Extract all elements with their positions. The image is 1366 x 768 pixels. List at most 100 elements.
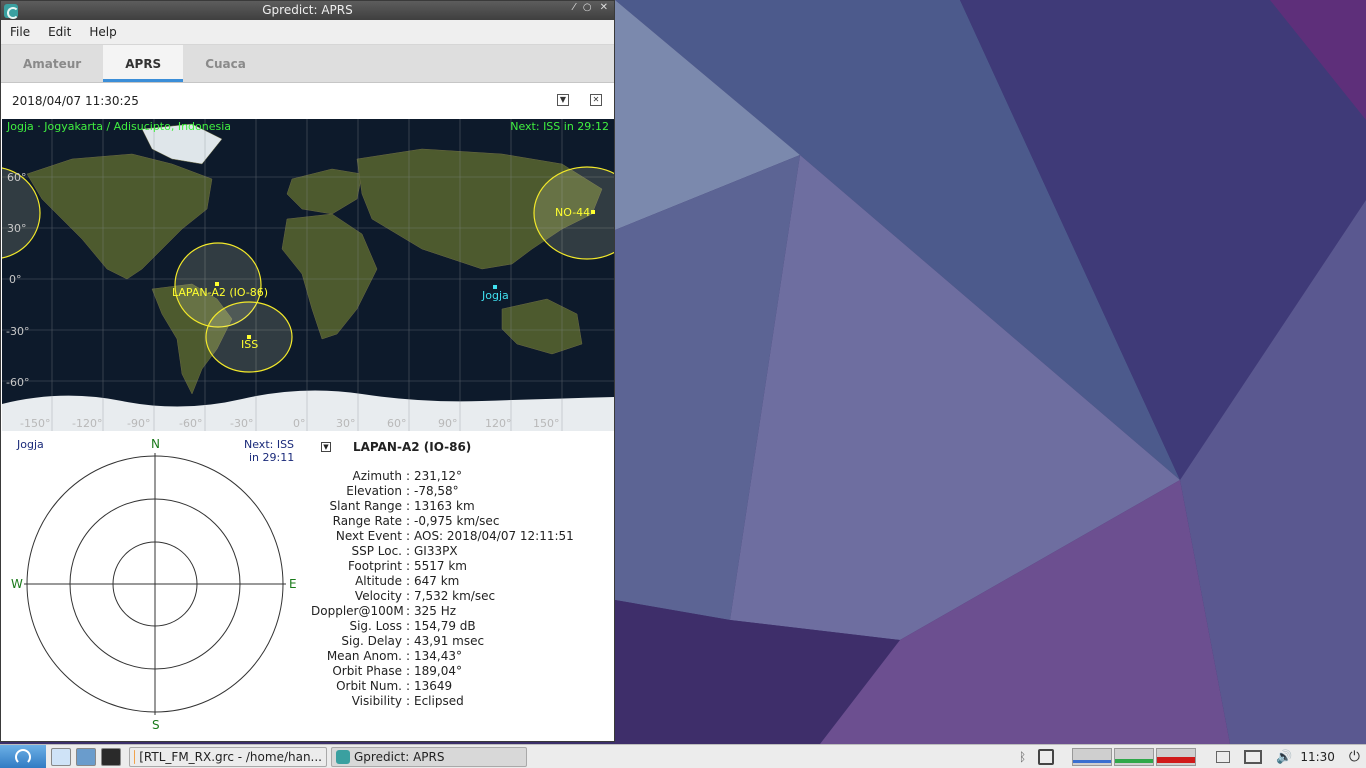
detail-separator: : [405, 589, 411, 603]
detail-row: Mean Anom.:134,43° [311, 649, 574, 664]
close-icon[interactable]: ✕ [590, 94, 602, 106]
detail-row: Sig. Loss:154,79 dB [311, 619, 574, 634]
detail-separator: : [405, 544, 411, 558]
detail-row: Doppler@100M:325 Hz [311, 604, 574, 619]
detail-row: Orbit Phase:189,04° [311, 664, 574, 679]
detail-row: Range Rate: -0,975 km/sec [311, 514, 574, 529]
clock[interactable]: 11:30 [1300, 750, 1335, 764]
window-title: Gpredict: APRS [262, 3, 353, 17]
detail-value: -78,58° [414, 484, 459, 498]
detail-separator: : [405, 484, 411, 498]
terminal-icon[interactable] [101, 747, 121, 766]
detail-row: Next Event: AOS: 2018/04/07 12:11:51 [311, 529, 574, 544]
detail-row: SSP Loc.: GI33PX [311, 544, 574, 559]
detail-key: Range Rate [332, 514, 402, 528]
module-timestamp: 2018/04/07 11:30:25 [12, 93, 139, 108]
detail-key: Next Event [335, 529, 402, 543]
detail-separator: : [405, 604, 411, 618]
polar-view[interactable]: Jogja Next: ISS in 29:11 N S E W [2, 433, 307, 737]
satellite-label-no44[interactable]: NO-44 [555, 206, 590, 219]
satellite-label-lapan[interactable]: LAPAN-A2 (IO-86) [172, 286, 268, 299]
swap-monitor[interactable] [1156, 748, 1197, 766]
menu-file[interactable]: File [1, 25, 39, 39]
detail-key: Sig. Loss [349, 619, 402, 633]
task-label: Gpredict: APRS [354, 749, 445, 764]
task-gpredict[interactable]: Gpredict: APRS [331, 746, 527, 767]
lon-label: -120° [72, 417, 103, 430]
detail-key: Doppler@100M [311, 604, 404, 618]
start-menu-button[interactable] [0, 744, 46, 768]
menu-help[interactable]: Help [80, 25, 125, 39]
menu-bar: File Edit Help [1, 20, 614, 45]
lat-label: -60° [6, 376, 30, 389]
minimize-button[interactable]: ⁄ [573, 2, 575, 13]
detail-separator: : [405, 574, 411, 588]
detail-value: 325 Hz [414, 604, 457, 618]
power-icon[interactable]: ⏻ [1349, 749, 1360, 765]
gpredict-window: Gpredict: APRS ⁄ ○ ✕ File Edit Help Amat… [0, 0, 615, 742]
detail-value: Eclipsed [414, 694, 464, 708]
detail-separator: : [405, 469, 411, 483]
satellite-name: LAPAN-A2 (IO-86) [353, 440, 472, 454]
detail-row: Visibility: Eclipsed [311, 694, 574, 709]
detail-separator: : [405, 649, 411, 663]
compass-south: S [152, 718, 160, 732]
network-icon[interactable] [1244, 750, 1263, 764]
file-manager-icon[interactable] [51, 747, 71, 766]
detail-rows: Azimuth:231,12° Elevation: -78,58° Slant Ra… [311, 469, 574, 709]
detail-key: Elevation [346, 484, 402, 498]
task-grc[interactable]: [RTL_FM_RX.grc - /home/han... [129, 746, 327, 767]
cpu-monitor[interactable] [1072, 748, 1113, 766]
module-header: 2018/04/07 11:30:25 ▼ ✕ [1, 83, 614, 118]
detail-value: GI33PX [414, 544, 458, 558]
detail-separator: : [405, 514, 411, 528]
gpredict-task-icon [336, 749, 350, 764]
detail-separator: : [405, 679, 411, 693]
lon-label: 150° [533, 417, 560, 430]
lon-label: 120° [485, 417, 512, 430]
detail-value: 7,532 km/sec [414, 589, 496, 603]
lon-label: 90° [438, 417, 458, 430]
detail-separator: : [405, 529, 411, 543]
polar-next-1: Next: ISS [244, 438, 295, 451]
lon-label: 30° [336, 417, 356, 430]
module-tabs: Amateur APRS Cuaca [1, 45, 614, 83]
detail-separator: : [405, 694, 411, 708]
close-window-button[interactable]: ✕ [600, 2, 608, 13]
detail-row: Elevation: -78,58° [311, 484, 574, 499]
tab-cuaca[interactable]: Cuaca [183, 45, 268, 82]
detail-separator: : [405, 619, 411, 633]
volume-icon[interactable]: 🔊 [1276, 750, 1292, 765]
satellite-label-iss[interactable]: ISS [241, 338, 258, 351]
detail-key: SSP Loc. [351, 544, 402, 558]
satellite-menu-icon[interactable]: ▼ [321, 442, 331, 452]
lon-label: -90° [127, 417, 151, 430]
detail-separator: : [405, 499, 411, 513]
detail-row: Slant Range:13163 km [311, 499, 574, 514]
detail-value: 231,12° [414, 469, 462, 483]
detail-separator: : [405, 664, 411, 678]
detail-row: Sig. Delay:43,91 msec [311, 634, 574, 649]
tab-aprs[interactable]: APRS [103, 45, 184, 82]
browser-icon[interactable] [76, 747, 96, 766]
detail-row: Orbit Num.:13649 [311, 679, 574, 694]
clipboard-icon[interactable] [1216, 751, 1231, 763]
detail-row: Footprint:5517 km [311, 559, 574, 574]
detail-key: Altitude [355, 574, 402, 588]
menu-edit[interactable]: Edit [39, 25, 80, 39]
battery-icon[interactable] [1038, 749, 1055, 765]
chevron-down-icon[interactable]: ▼ [557, 94, 569, 106]
world-map[interactable]: Jogja · Jogyakarta / Adisucipto, Indones… [2, 119, 614, 431]
taskbar: [RTL_FM_RX.grc - /home/han... Gpredict: … [0, 744, 1366, 768]
detail-value: 5517 km [414, 559, 467, 573]
task-label: [RTL_FM_RX.grc - /home/han... [139, 749, 322, 764]
detail-value: AOS: 2018/04/07 12:11:51 [414, 529, 574, 543]
map-location-label: Jogja · Jogyakarta / Adisucipto, Indones… [7, 120, 232, 133]
tab-amateur[interactable]: Amateur [1, 45, 103, 82]
lat-label: 60° [7, 171, 27, 184]
memory-monitor[interactable] [1114, 748, 1155, 766]
bluetooth-icon[interactable]: ᛒ [1019, 750, 1026, 764]
maximize-button[interactable]: ○ [583, 2, 592, 13]
window-titlebar[interactable]: Gpredict: APRS ⁄ ○ ✕ [1, 1, 614, 20]
detail-separator: : [405, 559, 411, 573]
